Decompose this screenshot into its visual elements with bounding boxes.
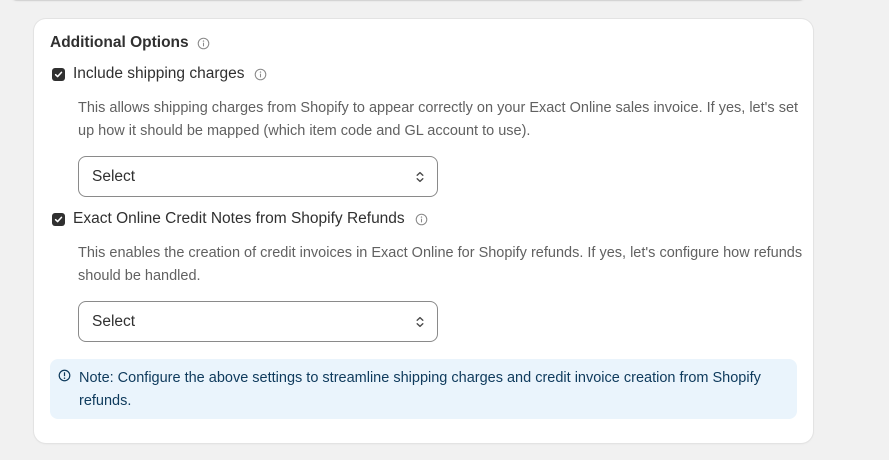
select-chevron-icon bbox=[416, 171, 424, 182]
shipping-mapping-select[interactable]: Select bbox=[78, 156, 438, 197]
credit-notes-checkbox-label[interactable]: Exact Online Credit Notes from Shopify R… bbox=[73, 210, 405, 228]
check-icon bbox=[54, 216, 63, 222]
credit-notes-description: This enables the creation of credit invo… bbox=[78, 245, 803, 284]
info-note-banner: Note: Configure the above settings to st… bbox=[50, 359, 797, 419]
credit-notes-select-value: Select bbox=[92, 312, 136, 330]
info-icon[interactable] bbox=[254, 68, 267, 81]
info-icon bbox=[58, 369, 71, 382]
credit-notes-option-row: Exact Online Credit Notes from Shopify R… bbox=[50, 208, 797, 230]
shipping-option-row: Include shipping charges bbox=[50, 63, 797, 85]
note-text: Note: Configure the above settings to st… bbox=[79, 370, 761, 409]
info-icon[interactable] bbox=[415, 213, 428, 226]
shipping-checkbox-label[interactable]: Include shipping charges bbox=[73, 65, 244, 83]
shipping-select-value: Select bbox=[92, 167, 136, 185]
additional-options-card: Additional Options Include shipping char… bbox=[34, 19, 813, 443]
select-chevron-icon bbox=[416, 316, 424, 327]
section-header: Additional Options bbox=[50, 33, 797, 53]
check-icon bbox=[54, 71, 63, 77]
shipping-description: This allows shipping charges from Shopif… bbox=[78, 100, 799, 139]
shipping-checkbox[interactable] bbox=[52, 67, 65, 81]
credit-notes-checkbox[interactable] bbox=[52, 212, 65, 226]
info-icon[interactable] bbox=[197, 37, 210, 50]
section-title: Additional Options bbox=[50, 34, 189, 51]
credit-notes-select[interactable]: Select bbox=[78, 301, 438, 342]
